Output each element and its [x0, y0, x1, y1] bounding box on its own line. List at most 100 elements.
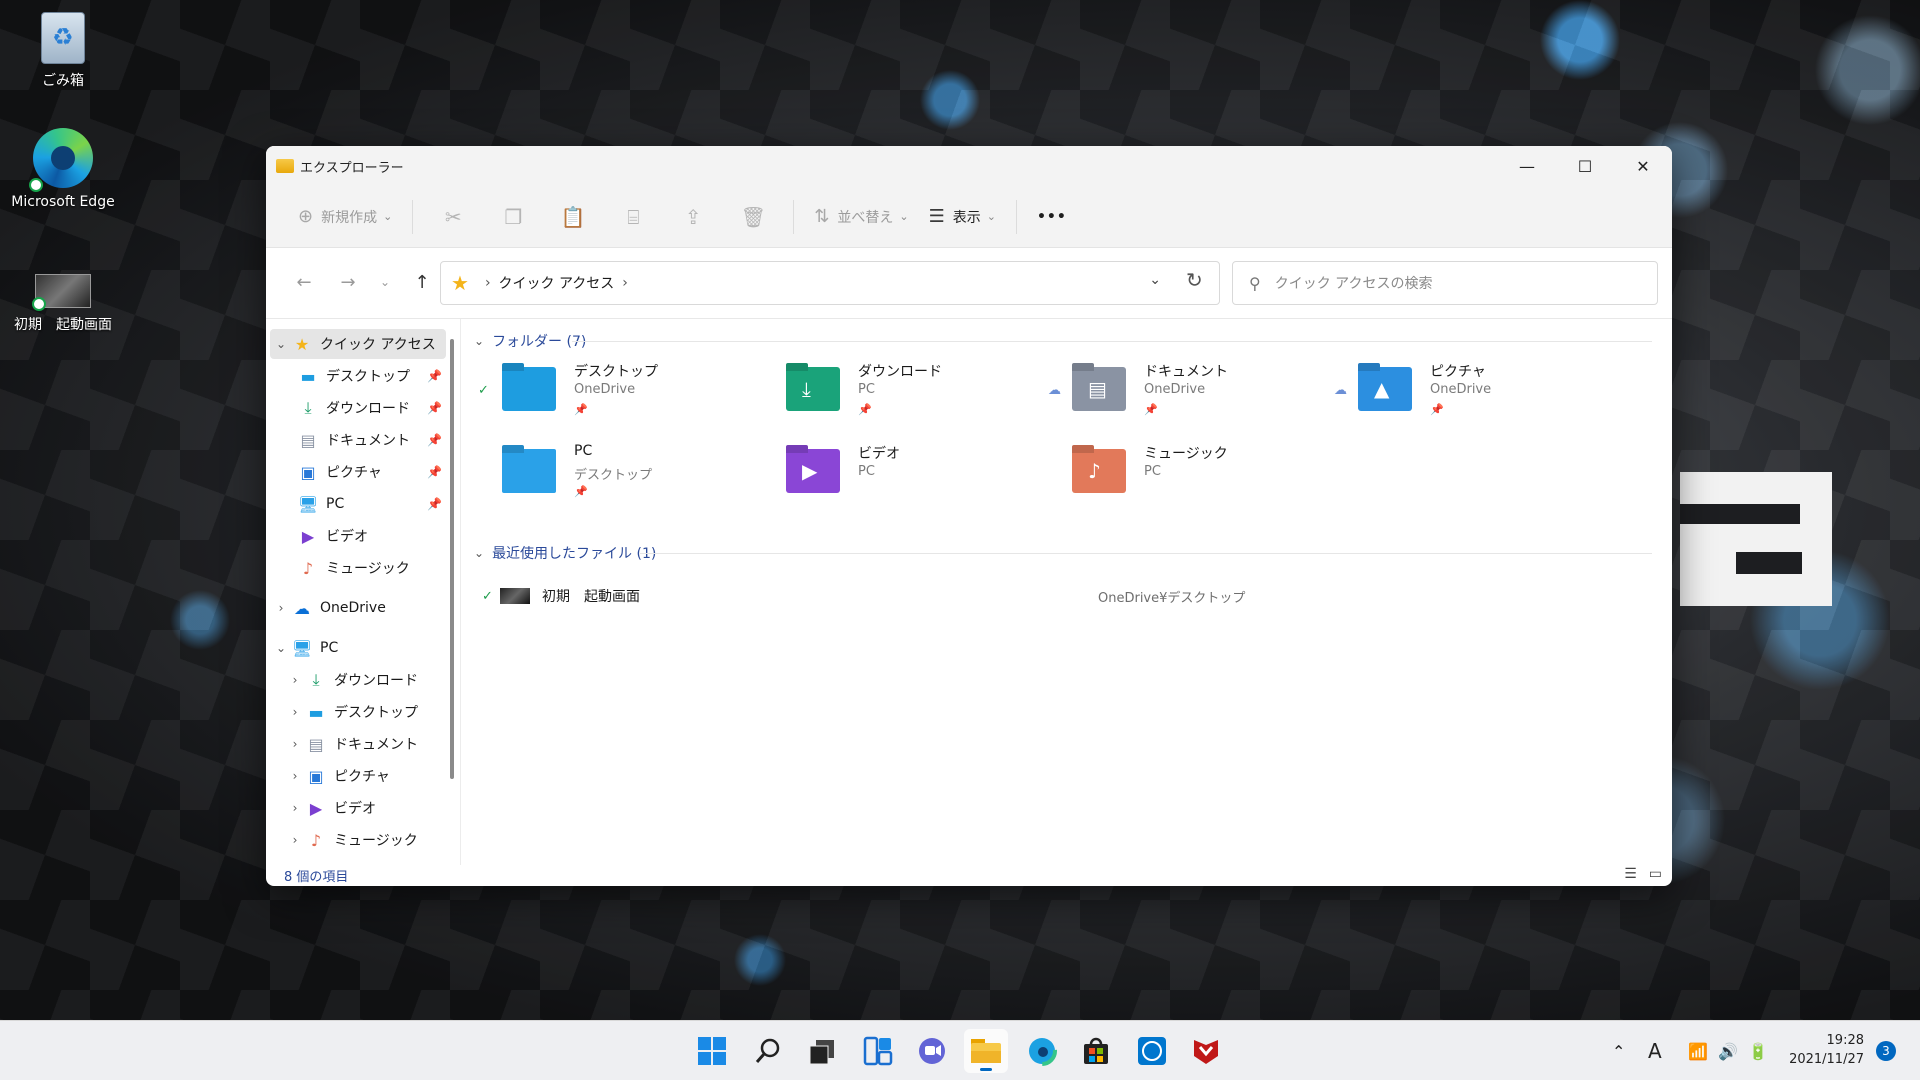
nav-pc-documents[interactable]: › ▤ ドキュメント	[270, 729, 446, 759]
store-button[interactable]	[1074, 1029, 1118, 1073]
chevron-right-icon[interactable]: ›	[284, 801, 306, 815]
folders-group-header[interactable]: ⌄ フォルダー (7)	[474, 331, 586, 351]
minimize-button[interactable]: —	[1498, 146, 1556, 186]
recent-file-row[interactable]: ✓ 初期 起動画面 OneDrive¥デスクトップ	[482, 581, 1652, 611]
chevron-right-icon[interactable]: ›	[284, 769, 306, 783]
edge-icon	[1027, 1036, 1057, 1066]
tiles-view-icon[interactable]: ▭	[1649, 866, 1662, 882]
more-options-button[interactable]: •••	[1027, 197, 1077, 237]
plus-circle-icon: ⊕	[298, 206, 314, 227]
up-button[interactable]: ↑	[400, 265, 444, 299]
chat-button[interactable]	[910, 1029, 954, 1073]
chevron-right-icon[interactable]: ›	[284, 737, 306, 751]
desktop-folder-icon	[502, 367, 556, 411]
new-button[interactable]: ⊕ 新規作成 ⌄	[288, 197, 402, 237]
nav-quick-music[interactable]: ♪ ミュージック	[270, 553, 446, 583]
mountain-icon: ▲	[1374, 377, 1390, 401]
title-bar[interactable]: エクスプローラー — ☐ ✕	[266, 146, 1672, 186]
sort-button[interactable]: ⇅ 並べ替え ⌄	[804, 197, 918, 237]
search-input[interactable]: ⚲ クイック アクセスの検索	[1232, 261, 1658, 305]
delete-button[interactable]: 🗑	[723, 197, 783, 237]
back-button[interactable]: ←	[282, 265, 326, 299]
video-icon: ▶	[309, 798, 323, 818]
tray-overflow-button[interactable]: ⌃	[1612, 1021, 1625, 1080]
refresh-button[interactable]: ↻	[1186, 268, 1203, 292]
nav-quick-documents[interactable]: ▤ ドキュメント 📌	[270, 425, 446, 455]
dell-button[interactable]	[1130, 1029, 1174, 1073]
edge-taskbar-button[interactable]	[1020, 1029, 1064, 1073]
nav-quick-desktop[interactable]: ▬ デスクトップ 📌	[270, 361, 446, 391]
chevron-right-icon[interactable]: ›	[284, 833, 306, 847]
chevron-right-icon[interactable]: ›	[284, 705, 306, 719]
nav-pc-downloads[interactable]: › ⤓ ダウンロード	[270, 665, 446, 695]
nav-quick-pc[interactable]: 🖥 PC 📌	[270, 489, 446, 519]
nav-pc-pictures[interactable]: › ▣ ピクチャ	[270, 761, 446, 791]
clock-date: 2021/11/27	[1789, 1052, 1864, 1067]
command-bar: ⊕ 新規作成 ⌄ ✂ ❐ 📋 ⌸ ⇪ 🗑 ⇅ 並べ替え ⌄ ☰ 表示 ⌄ •••	[266, 186, 1672, 248]
nav-quick-videos[interactable]: ▶ ビデオ	[270, 521, 446, 551]
taskbar-search-button[interactable]	[746, 1029, 790, 1073]
desktop-icon-startup-image[interactable]: 初期 起動画面	[8, 274, 118, 334]
copy-button[interactable]: ❐	[483, 197, 543, 237]
mcafee-button[interactable]	[1184, 1029, 1228, 1073]
chevron-down-icon[interactable]: ⌄	[270, 337, 292, 351]
details-view-icon[interactable]: ☰	[1624, 866, 1637, 882]
desktop-icon-recycle-bin[interactable]: ごみ箱	[8, 12, 118, 90]
notification-badge[interactable]: 3	[1876, 1041, 1896, 1061]
folder-tile-documents[interactable]: ☁ ▤ ドキュメント OneDrive 📌	[1048, 357, 1328, 427]
music-icon: ♪	[302, 558, 314, 578]
battery-button[interactable]: 🔋	[1748, 1021, 1768, 1080]
address-dropdown-icon[interactable]: ⌄	[1149, 272, 1161, 288]
folder-tile-downloads[interactable]: ⤓ ダウンロード PC 📌	[762, 357, 1042, 427]
nav-pc-videos[interactable]: › ▶ ビデオ	[270, 793, 446, 823]
view-list-icon: ☰	[928, 206, 945, 227]
explorer-body: ⌄ ★ クイック アクセス ▬ デスクトップ 📌 ⤓ ダウンロード 📌 ▤ ドキ…	[266, 318, 1672, 865]
nav-pc-music[interactable]: › ♪ ミュージック	[270, 825, 446, 855]
pane-divider[interactable]	[460, 319, 461, 865]
folder-tile-videos[interactable]: ▶ ビデオ PC	[762, 439, 1042, 509]
nav-quick-pictures[interactable]: ▣ ピクチャ 📌	[270, 457, 446, 487]
address-bar[interactable]: ★ › クイック アクセス › ⌄	[440, 261, 1220, 305]
nav-pc[interactable]: ⌄ 🖥 PC	[270, 633, 446, 663]
task-view-button[interactable]	[800, 1029, 844, 1073]
group-divider	[572, 341, 1652, 342]
task-view-icon	[809, 1040, 834, 1065]
breadcrumb-chevron-icon[interactable]: ›	[622, 275, 628, 291]
nav-pc-desktop[interactable]: › ▬ デスクトップ	[270, 697, 446, 727]
chevron-right-icon[interactable]: ›	[270, 601, 292, 615]
share-button[interactable]: ⇪	[663, 197, 723, 237]
folder-name: デスクトップ	[574, 364, 658, 380]
start-button[interactable]	[690, 1029, 734, 1073]
ime-indicator[interactable]: A	[1648, 1021, 1662, 1080]
nav-onedrive[interactable]: › ☁ OneDrive	[270, 593, 446, 623]
recent-group-header[interactable]: ⌄ 最近使用したファイル (1)	[474, 543, 656, 563]
close-button[interactable]: ✕	[1614, 146, 1672, 186]
recent-locations-button[interactable]: ⌄	[370, 265, 400, 299]
folder-tile-pc[interactable]: PC デスクトップ 📌	[478, 439, 758, 509]
pin-icon: 📌	[574, 403, 588, 416]
mcafee-icon	[1194, 1040, 1218, 1064]
copy-icon: ❐	[504, 204, 523, 229]
widgets-button[interactable]	[856, 1029, 900, 1073]
nav-quick-downloads[interactable]: ⤓ ダウンロード 📌	[270, 393, 446, 423]
chevron-down-icon[interactable]: ⌄	[270, 641, 292, 655]
desktop-icon-edge[interactable]: Microsoft Edge	[8, 128, 118, 210]
paste-button[interactable]: 📋	[543, 197, 603, 237]
forward-button[interactable]: →	[326, 265, 370, 299]
cut-button[interactable]: ✂	[423, 197, 483, 237]
volume-button[interactable]: 🔊	[1718, 1021, 1738, 1080]
wifi-button[interactable]: 📶	[1688, 1021, 1708, 1080]
nav-quick-access[interactable]: ⌄ ★ クイック アクセス	[270, 329, 446, 359]
clock[interactable]: 19:28 2021/11/27	[1789, 1031, 1864, 1069]
chevron-right-icon[interactable]: ›	[284, 673, 306, 687]
rename-button[interactable]: ⌸	[603, 197, 663, 237]
maximize-button[interactable]: ☐	[1556, 146, 1614, 186]
folder-name: PC	[574, 443, 593, 459]
folder-tile-music[interactable]: ♪ ミュージック PC	[1048, 439, 1328, 509]
nav-scrollbar[interactable]	[450, 339, 454, 779]
view-button[interactable]: ☰ 表示 ⌄	[919, 197, 1006, 237]
folder-tile-pictures[interactable]: ☁ ▲ ピクチャ OneDrive 📌	[1334, 357, 1614, 427]
breadcrumb-quick-access[interactable]: クイック アクセス	[499, 273, 615, 293]
folder-tile-desktop[interactable]: ✓ デスクトップ OneDrive 📌	[478, 357, 758, 427]
file-explorer-taskbar-button[interactable]	[964, 1029, 1008, 1073]
